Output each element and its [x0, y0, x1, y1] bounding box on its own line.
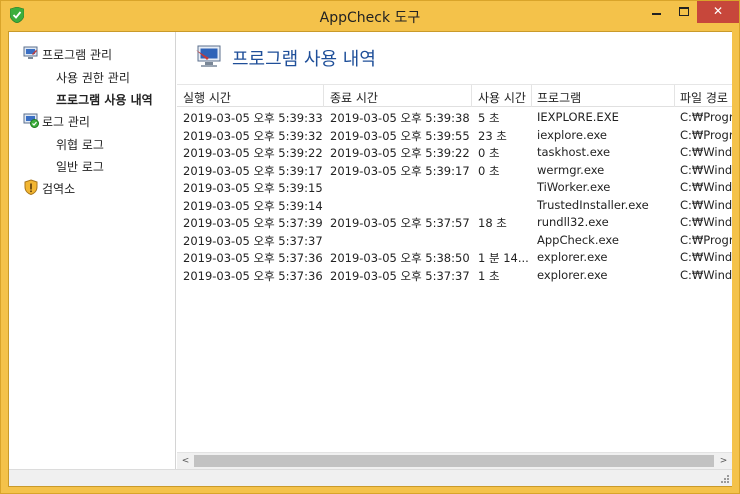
- client-area: 프로그램 관리 사용 권한 관리 프로그램 사용 내역 로그 관리 위협 로그 …: [8, 31, 732, 487]
- col-header-duration[interactable]: 사용 시간: [478, 89, 526, 106]
- cell-file-path: C:₩Window: [680, 215, 732, 229]
- table-header: 실행 시간 종료 시간 사용 시간 프로그램 파일 경로: [177, 85, 732, 107]
- program-usage-monitor-icon: [196, 45, 221, 67]
- cell-duration: 1 초: [478, 268, 500, 283]
- resize-grip-icon[interactable]: [720, 474, 730, 484]
- table-row[interactable]: 2019-03-05 오후 5:37:37 AppCheck.exe C:₩Pr…: [177, 232, 732, 250]
- chevron-left-icon: <: [181, 456, 190, 466]
- cell-start-time: 2019-03-05 오후 5:39:32: [183, 128, 323, 143]
- sidebar-item-log-manage[interactable]: 로그 관리: [42, 113, 90, 130]
- table-row[interactable]: 2019-03-05 오후 5:39:32 2019-03-05 오후 5:39…: [177, 127, 732, 145]
- cell-program: TiWorker.exe: [537, 180, 611, 194]
- cell-start-time: 2019-03-05 오후 5:37:39: [183, 216, 323, 230]
- quarantine-shield-icon: [24, 179, 38, 195]
- cell-program: AppCheck.exe: [537, 232, 619, 247]
- col-header-file-path[interactable]: 파일 경로: [680, 89, 728, 106]
- column-divider[interactable]: [471, 85, 472, 107]
- sidebar-item-quarantine[interactable]: 검역소: [42, 180, 75, 197]
- table-row[interactable]: 2019-03-05 오후 5:39:14 TrustedInstaller.e…: [177, 197, 732, 215]
- cell-start-time: 2019-03-05 오후 5:39:22: [183, 146, 323, 160]
- cell-program: rundll32.exe: [537, 215, 609, 229]
- cell-file-path: C:₩Program: [680, 127, 732, 142]
- horizontal-scrollbar[interactable]: < >: [177, 452, 732, 469]
- cell-duration: 23 초: [478, 128, 507, 143]
- cell-end-time: 2019-03-05 오후 5:37:57: [330, 216, 470, 230]
- cell-file-path: C:₩Window: [680, 162, 732, 177]
- chevron-right-icon: >: [719, 456, 728, 466]
- col-header-end-time[interactable]: 종료 시간: [330, 89, 378, 106]
- col-header-start-time[interactable]: 실행 시간: [183, 89, 231, 106]
- page-title: 프로그램 사용 내역: [232, 49, 376, 70]
- sidebar: 프로그램 관리 사용 권한 관리 프로그램 사용 내역 로그 관리 위협 로그 …: [9, 32, 176, 486]
- cell-start-time: 2019-03-05 오후 5:39:17: [183, 163, 323, 178]
- cell-end-time: 2019-03-05 오후 5:39:38: [330, 111, 470, 125]
- maximize-button[interactable]: [671, 1, 697, 23]
- scrollbar-thumb[interactable]: [194, 455, 714, 467]
- cell-program: IEXPLORE.EXE: [537, 110, 619, 124]
- close-icon: ✕: [712, 4, 724, 18]
- cell-program: taskhost.exe: [537, 145, 611, 159]
- cell-end-time: 2019-03-05 오후 5:39:22: [330, 146, 470, 160]
- column-divider[interactable]: [531, 85, 532, 107]
- program-manage-icon: [23, 46, 38, 59]
- cell-start-time: 2019-03-05 오후 5:39:14: [183, 198, 323, 213]
- cell-end-time: 2019-03-05 오후 5:39:17: [330, 163, 470, 178]
- scroll-left-button[interactable]: <: [177, 453, 194, 469]
- usage-table: 실행 시간 종료 시간 사용 시간 프로그램 파일 경로 2019-03-05 …: [177, 84, 732, 452]
- table-row[interactable]: 2019-03-05 오후 5:39:22 2019-03-05 오후 5:39…: [177, 144, 732, 162]
- cell-file-path: C:₩Window: [680, 267, 732, 282]
- cell-start-time: 2019-03-05 오후 5:39:33: [183, 111, 323, 125]
- cell-end-time: 2019-03-05 오후 5:39:55: [330, 128, 470, 143]
- cell-duration: 5 초: [478, 111, 500, 125]
- cell-program: explorer.exe: [537, 250, 608, 264]
- cell-file-path: C:₩Window: [680, 197, 732, 212]
- cell-duration: 0 초: [478, 146, 500, 160]
- column-divider[interactable]: [323, 85, 324, 107]
- sidebar-item-program-manage[interactable]: 프로그램 관리: [42, 46, 112, 63]
- cell-start-time: 2019-03-05 오후 5:37:37: [183, 233, 323, 248]
- minimize-icon: [652, 13, 661, 15]
- sidebar-item-threat-log[interactable]: 위협 로그: [56, 136, 104, 153]
- sidebar-item-permission-manage[interactable]: 사용 권한 관리: [56, 69, 130, 86]
- cell-start-time: 2019-03-05 오후 5:37:36: [183, 251, 323, 265]
- cell-start-time: 2019-03-05 오후 5:37:36: [183, 268, 323, 283]
- sidebar-item-program-usage[interactable]: 프로그램 사용 내역: [56, 91, 153, 108]
- cell-duration: 0 초: [478, 163, 500, 178]
- cell-program: explorer.exe: [537, 267, 608, 282]
- cell-file-path: C:₩Window: [680, 180, 732, 194]
- cell-program: wermgr.exe: [537, 162, 605, 177]
- log-manage-icon: [23, 113, 39, 128]
- cell-duration: 1 분 14...: [478, 251, 529, 265]
- app-window: AppCheck 도구 ✕ 프로그램 관리 사용 권한 관리 프로그램 사용 내…: [0, 0, 740, 494]
- minimize-button[interactable]: [643, 1, 671, 23]
- cell-end-time: 2019-03-05 오후 5:37:37: [330, 268, 470, 283]
- table-row[interactable]: 2019-03-05 오후 5:39:15 TiWorker.exe C:₩Wi…: [177, 179, 732, 197]
- cell-file-path: C:₩Program: [680, 232, 732, 247]
- main-panel: 프로그램 사용 내역 실행 시간 종료 시간 사용 시간 프로그램 파일 경로 …: [177, 32, 732, 486]
- cell-program: TrustedInstaller.exe: [537, 197, 649, 212]
- cell-end-time: 2019-03-05 오후 5:38:50: [330, 251, 470, 265]
- scroll-right-button[interactable]: >: [715, 453, 732, 469]
- cell-program: iexplore.exe: [537, 127, 608, 142]
- sidebar-item-general-log[interactable]: 일반 로그: [56, 158, 104, 175]
- table-row[interactable]: 2019-03-05 오후 5:37:36 2019-03-05 오후 5:37…: [177, 267, 732, 285]
- title-bar[interactable]: AppCheck 도구 ✕: [1, 1, 739, 31]
- maximize-icon: [679, 7, 689, 16]
- table-row[interactable]: 2019-03-05 오후 5:39:33 2019-03-05 오후 5:39…: [177, 109, 732, 127]
- table-row[interactable]: 2019-03-05 오후 5:37:39 2019-03-05 오후 5:37…: [177, 214, 732, 232]
- col-header-program[interactable]: 프로그램: [537, 89, 581, 106]
- cell-file-path: C:₩Program: [680, 110, 732, 124]
- cell-start-time: 2019-03-05 오후 5:39:15: [183, 181, 323, 195]
- table-row[interactable]: 2019-03-05 오후 5:39:17 2019-03-05 오후 5:39…: [177, 162, 732, 180]
- column-divider[interactable]: [674, 85, 675, 107]
- window-title: AppCheck 도구: [319, 10, 421, 26]
- cell-file-path: C:₩Window: [680, 145, 732, 159]
- status-bar: [9, 469, 732, 486]
- cell-duration: 18 초: [478, 216, 507, 230]
- cell-file-path: C:₩Window: [680, 250, 732, 264]
- close-button[interactable]: ✕: [697, 1, 739, 23]
- table-row[interactable]: 2019-03-05 오후 5:37:36 2019-03-05 오후 5:38…: [177, 249, 732, 267]
